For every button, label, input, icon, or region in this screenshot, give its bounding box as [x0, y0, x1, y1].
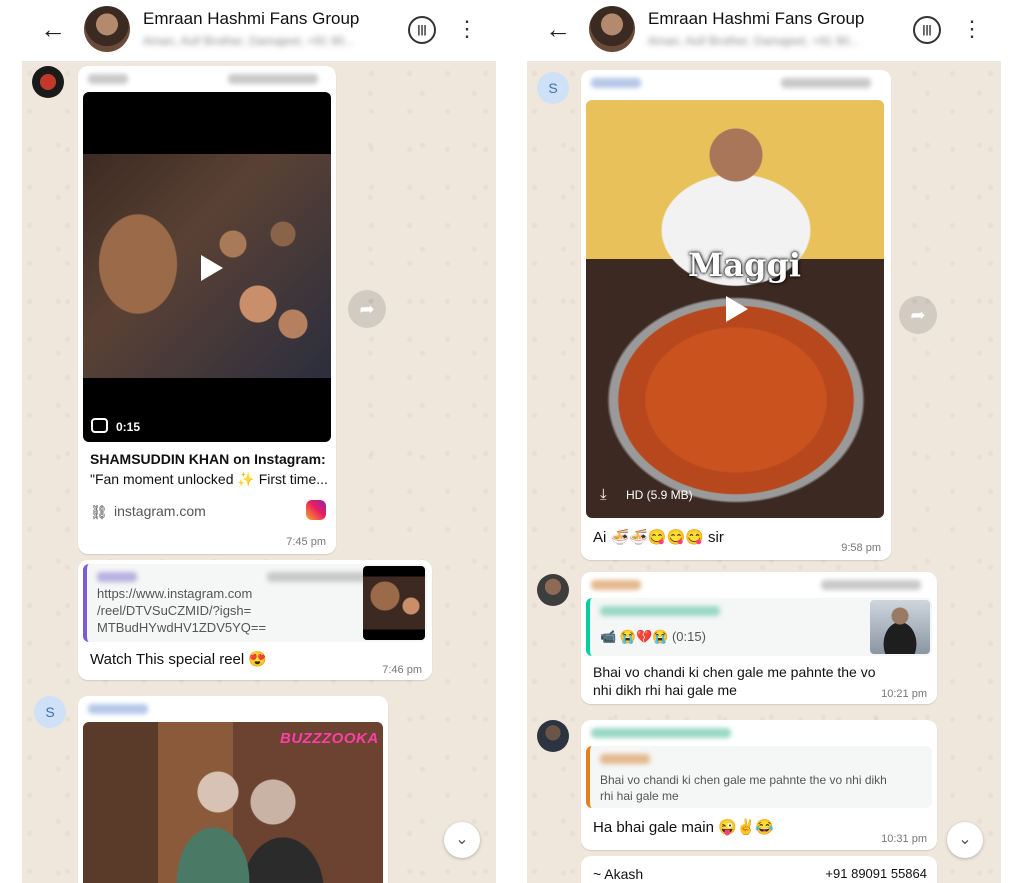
- panel-divider: [496, 0, 527, 883]
- chat-header: ← Emraan Hashmi Fans Group Aman, Asif Br…: [22, 0, 496, 62]
- message-bubble-contact[interactable]: ~ Akash +91 89091 55864: [581, 856, 937, 883]
- chat-header: ← Emraan Hashmi Fans Group Aman, Asif Br…: [527, 0, 1001, 62]
- quoted-phone: [267, 572, 367, 582]
- link-title-line2[interactable]: "Fan moment unlocked ✨ First time...: [90, 469, 328, 489]
- group-title[interactable]: Emraan Hashmi Fans Group: [648, 9, 864, 29]
- quoted-thumbnail: [363, 566, 425, 640]
- group-avatar[interactable]: [589, 6, 635, 52]
- chat-panel-left: ← Emraan Hashmi Fans Group Aman, Asif Br…: [22, 0, 496, 883]
- more-vert-icon[interactable]: ⋮: [456, 14, 478, 44]
- message-text: Watch This special reel 😍: [90, 651, 268, 668]
- link-title-line1[interactable]: SHAMSUDDIN KHAN on Instagram:: [90, 449, 326, 469]
- group-avatar[interactable]: [84, 6, 130, 52]
- message-bubble-video-link[interactable]: 0:15 SHAMSUDDIN KHAN on Instagram: "Fan …: [78, 66, 336, 554]
- quoted-url-line3: MTBudHYwdHV1ZDV5YQ==: [97, 620, 267, 635]
- voice-call-icon[interactable]: |||: [408, 16, 436, 44]
- forward-icon[interactable]: ➦: [348, 290, 386, 328]
- message-time: 10:21 pm: [881, 688, 927, 700]
- sender-avatar[interactable]: S: [34, 696, 66, 728]
- quoted-url-line2: /reel/DTVSuCZMID/?igsh=: [97, 603, 252, 618]
- screenshot-frame: ← Emraan Hashmi Fans Group Aman, Asif Br…: [0, 0, 1024, 883]
- sender-name: [591, 728, 731, 738]
- forward-icon[interactable]: ➦: [899, 296, 937, 334]
- download-icon[interactable]: ⤓: [600, 486, 607, 503]
- video-duration: 0:15: [116, 420, 141, 434]
- quoted-link-box[interactable]: https://www.instagram.com /reel/DTVSuCZM…: [83, 564, 427, 642]
- play-icon[interactable]: [201, 255, 223, 281]
- sender-avatar[interactable]: [537, 574, 569, 606]
- voice-call-icon[interactable]: |||: [913, 16, 941, 44]
- message-time: 10:31 pm: [881, 833, 927, 845]
- contact-phone: +91 89091 55864: [825, 866, 927, 881]
- quoted-thumbnail: [870, 600, 930, 654]
- back-arrow-icon[interactable]: ←: [38, 14, 68, 44]
- sender-phone: [781, 78, 871, 88]
- message-text-line2: nhi dikh rhi hai gale me: [593, 682, 737, 698]
- scroll-down-icon[interactable]: ⌄: [947, 822, 983, 858]
- contact-name: ~ Akash: [593, 866, 644, 882]
- message-text-line1: Bhai vo chandi ki chen gale me pahnte th…: [593, 664, 876, 680]
- sender-avatar[interactable]: [32, 66, 64, 98]
- message-bubble-reply[interactable]: 📹 😭💔😭 (0:15) Bhai vo chandi ki chen gale…: [581, 572, 937, 704]
- group-members-subtitle: Aman, Asif Brother, Damajeet, +91 90...: [648, 34, 860, 48]
- quoted-sender: [600, 754, 650, 764]
- right-margin: [1001, 0, 1024, 883]
- sender-avatar[interactable]: [537, 720, 569, 752]
- sender-name: [591, 78, 641, 88]
- back-arrow-icon[interactable]: ←: [543, 14, 573, 44]
- play-icon[interactable]: [726, 296, 748, 322]
- more-vert-icon[interactable]: ⋮: [961, 14, 983, 44]
- message-bubble-image[interactable]: BUZZZOOKA: [78, 696, 388, 883]
- buzzzooka-sticker: BUZZZOOKA: [280, 730, 379, 747]
- quoted-meta: 📹 😭💔😭 (0:15): [600, 629, 706, 644]
- chat-panel-right: ← Emraan Hashmi Fans Group Aman, Asif Br…: [527, 0, 1001, 883]
- message-text: Ha bhai gale main 😜✌️😂: [593, 819, 775, 836]
- message-time: 7:46 pm: [382, 664, 422, 676]
- video-thumbnail[interactable]: 0:15: [83, 92, 331, 442]
- sender-name: [591, 580, 641, 590]
- video-thumbnail[interactable]: Maggi ⤓ HD (5.9 MB): [586, 100, 884, 518]
- video-overlay-text: Maggi: [688, 246, 802, 284]
- message-text: Ai 🍜🍜😋😋😋 sir: [593, 529, 724, 546]
- video-size: HD (5.9 MB): [626, 488, 693, 502]
- quoted-sender: [97, 572, 137, 582]
- sender-name: [88, 74, 128, 84]
- message-bubble-video[interactable]: Maggi ⤓ HD (5.9 MB) Ai 🍜🍜😋😋😋 sir 9:58 pm: [581, 70, 891, 560]
- instagram-icon: [306, 500, 326, 520]
- quoted-url-line1: https://www.instagram.com: [97, 586, 253, 601]
- scroll-down-icon[interactable]: ⌄: [444, 822, 480, 858]
- message-time: 7:45 pm: [286, 536, 326, 548]
- message-time: 9:58 pm: [841, 542, 881, 554]
- group-members-subtitle: Aman, Asif Brother, Damajeet, +91 90...: [143, 34, 355, 48]
- message-bubble-reply-text[interactable]: Bhai vo chandi ki chen gale me pahnte th…: [581, 720, 937, 850]
- quoted-sender: [600, 606, 720, 616]
- reels-icon: [91, 418, 108, 433]
- sender-avatar[interactable]: S: [537, 72, 569, 104]
- quoted-message-box[interactable]: Bhai vo chandi ki chen gale me pahnte th…: [586, 746, 932, 808]
- message-bubble-quoted[interactable]: https://www.instagram.com /reel/DTVSuCZM…: [78, 560, 432, 680]
- quoted-message-box[interactable]: 📹 😭💔😭 (0:15): [586, 598, 932, 656]
- sender-name: [88, 704, 148, 714]
- link-icon: ⛓: [90, 504, 108, 520]
- link-domain[interactable]: instagram.com: [114, 501, 206, 521]
- sender-phone: [821, 580, 921, 590]
- sender-phone: [228, 74, 318, 84]
- quoted-line1: Bhai vo chandi ki chen gale me pahnte th…: [600, 773, 887, 787]
- group-title[interactable]: Emraan Hashmi Fans Group: [143, 9, 359, 29]
- quoted-line2: rhi hai gale me: [600, 789, 679, 803]
